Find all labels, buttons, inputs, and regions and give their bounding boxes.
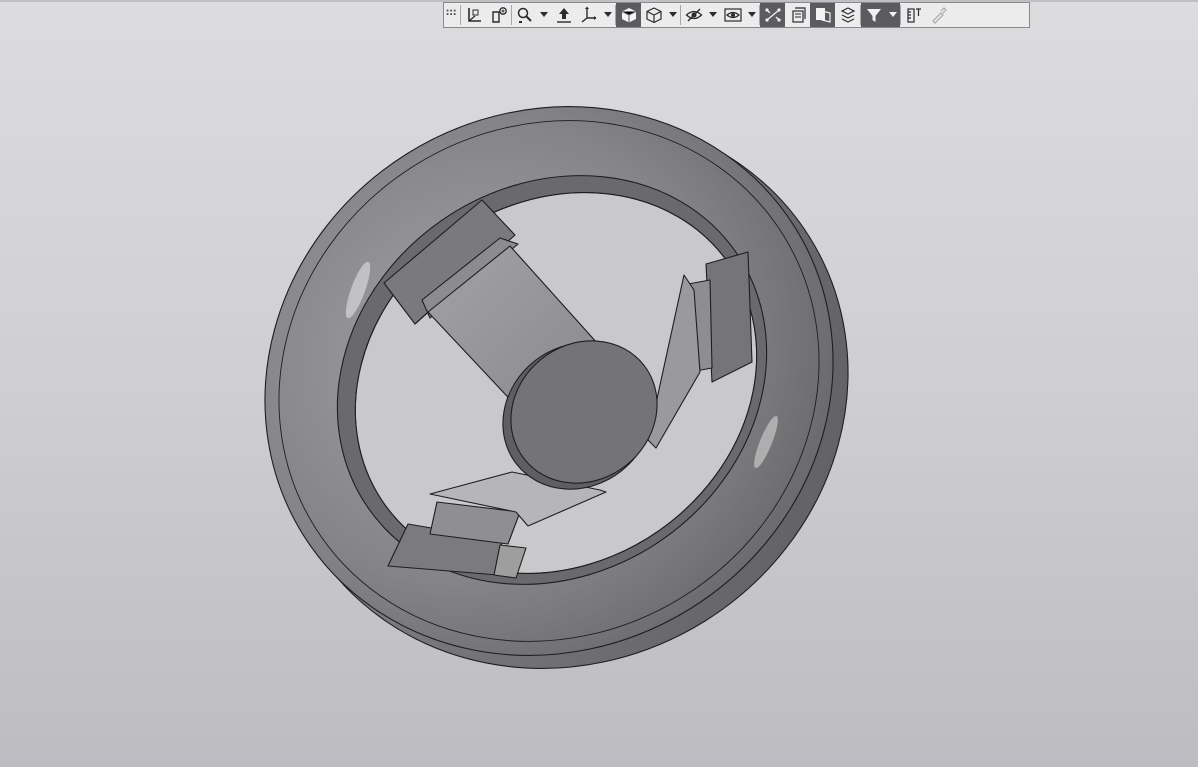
rotate-icon (556, 8, 571, 23)
filter-button[interactable] (861, 3, 886, 27)
perspective-button[interactable] (810, 3, 835, 27)
layers-button[interactable] (835, 3, 860, 27)
normal-to-button[interactable] (486, 3, 511, 27)
eyedropper-icon (931, 7, 947, 24)
rotate-button[interactable] (551, 3, 576, 27)
filter-dropdown[interactable] (886, 3, 900, 27)
show-icon (723, 8, 742, 22)
orientation-icon (467, 8, 481, 22)
dropdown-icon (540, 12, 548, 17)
dropdown-icon (889, 12, 897, 17)
pan-axes-icon (581, 6, 596, 23)
filter-icon (866, 9, 881, 22)
measure-icon (906, 8, 921, 23)
hide-dropdown[interactable] (706, 3, 720, 27)
view-style-dropdown[interactable] (666, 3, 680, 27)
steering-wheel-model[interactable] (0, 0, 1198, 767)
eyedropper-button[interactable] (926, 3, 951, 27)
layers-icon (840, 7, 855, 23)
toolbar-grip[interactable] (444, 3, 460, 27)
shaded-view-icon (621, 8, 636, 23)
normal-to-icon (491, 7, 507, 23)
dropdown-icon (748, 12, 756, 17)
zoom-button[interactable] (512, 3, 537, 27)
zoom-dropdown[interactable] (537, 3, 551, 27)
section-icon (791, 7, 806, 23)
constraints-button[interactable] (760, 3, 785, 27)
shaded-view-button[interactable] (616, 3, 641, 27)
3d-viewport[interactable] (0, 0, 1198, 767)
pan-axes-button[interactable] (576, 3, 601, 27)
show-dropdown[interactable] (745, 3, 759, 27)
section-button[interactable] (785, 3, 810, 27)
dropdown-icon (604, 12, 612, 17)
perspective-icon (815, 8, 831, 23)
show-button[interactable] (720, 3, 745, 27)
grip-icon (446, 9, 456, 15)
measure-button[interactable] (901, 3, 926, 27)
wireframe-view-button[interactable] (641, 3, 666, 27)
dropdown-icon (669, 12, 677, 17)
pan-dropdown[interactable] (601, 3, 615, 27)
constraints-icon (764, 8, 781, 22)
view-toolbar (443, 2, 1030, 28)
zoom-icon (517, 7, 532, 23)
dropdown-icon (709, 12, 717, 17)
wireframe-view-icon (645, 7, 662, 24)
orientation-button[interactable] (461, 3, 486, 27)
hide-icon (685, 8, 702, 22)
hide-button[interactable] (681, 3, 706, 27)
